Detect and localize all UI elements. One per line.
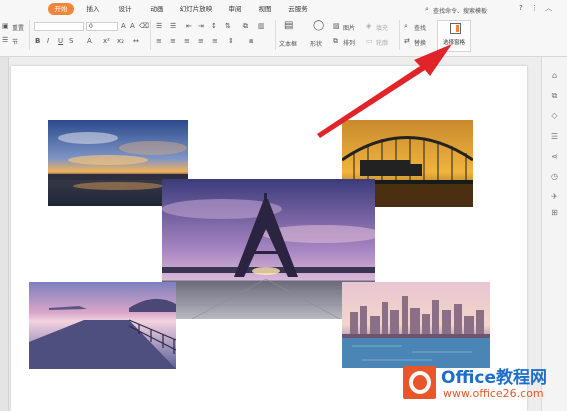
office-logo-icon: [403, 366, 436, 399]
presentation-app: 开始 插入 设计 动画 幻灯片放映 审阅 视图 云服务 ⌕ 查找命令、搜索模板 …: [0, 0, 567, 411]
watermark-brand: Office教程网: [441, 368, 548, 388]
brand-watermark: Office教程网 www.office26.com: [401, 360, 567, 408]
red-arrow-annotation: [317, 44, 452, 138]
watermark-url: www.office26.com: [443, 387, 544, 400]
